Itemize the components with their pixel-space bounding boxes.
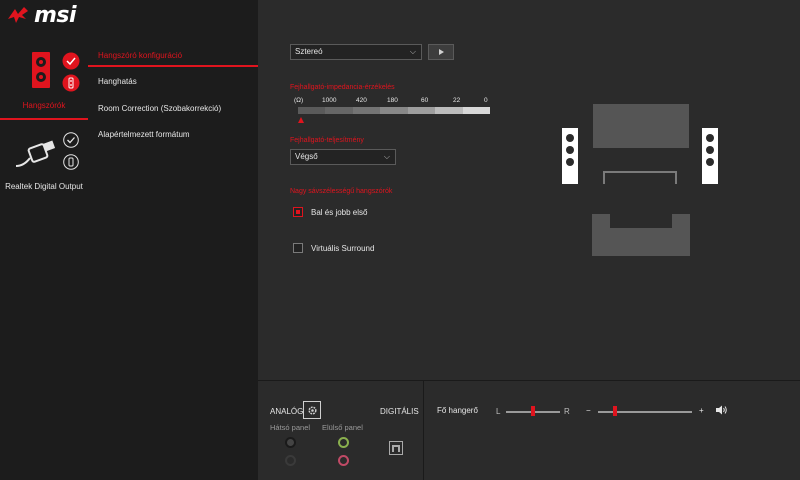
device-label-digital: Realtek Digital Output <box>5 182 83 191</box>
sofa <box>592 214 690 256</box>
impedance-tick: 420 <box>356 97 367 104</box>
msi-logo: msi <box>6 3 77 28</box>
settings-menu: Hangszóró konfiguráció Hanghatás Room Co… <box>88 32 258 480</box>
speaker-jack-icon <box>62 74 80 92</box>
rear-jack-bottom[interactable] <box>285 455 296 466</box>
impedance-tick: 0 <box>484 97 488 104</box>
bottom-panel: ANALÓG DIGITÁLIS Hátsó panel Elülső pane… <box>258 380 800 480</box>
virtual-surround-label: Virtuális Surround <box>311 244 375 253</box>
impedance-segment <box>407 107 436 114</box>
balance-left-label: L <box>496 407 501 416</box>
logo-bar: msi <box>0 0 258 32</box>
front-lr-checkbox[interactable] <box>293 207 303 217</box>
room-illustration <box>562 104 718 256</box>
impedance-segment <box>435 107 463 114</box>
optical-cable-icon <box>15 140 56 167</box>
impedance-tick: 180 <box>387 97 398 104</box>
rear-panel-label: Hátsó panel <box>270 423 311 432</box>
speaker-volume-icon[interactable] <box>715 405 727 415</box>
volume-slider-thumb[interactable] <box>612 406 617 416</box>
balance-slider-thumb[interactable] <box>531 406 535 416</box>
speaker-mode-value: Sztereó <box>295 47 323 56</box>
impedance-unit: (Ω) <box>294 97 304 104</box>
dragon-icon <box>8 6 28 23</box>
main-panel: Sztereó ⌵ Fejhallgató-impedancia-érzékel… <box>258 0 800 380</box>
impedance-segment <box>380 107 408 114</box>
balance-right-label: R <box>564 407 570 416</box>
device-speakers[interactable]: Hangszórók <box>0 32 88 120</box>
analog-settings-button[interactable] <box>303 401 321 419</box>
volume-minus-button[interactable]: − <box>586 406 591 415</box>
headphone-power-select[interactable]: Végső ⌵ <box>290 149 396 165</box>
menu-item-room-correction[interactable]: Room Correction (Szobakorrekció) <box>98 104 221 113</box>
device-label-speakers: Hangszórók <box>22 101 66 110</box>
front-jack-pink[interactable] <box>338 455 349 466</box>
speaker-mode-select[interactable]: Sztereó ⌵ <box>290 44 422 60</box>
virtual-surround-checkbox[interactable] <box>293 243 303 253</box>
fullrange-title: Nagy sávszélességű hangszórók <box>290 188 393 195</box>
impedance-marker <box>298 117 304 123</box>
play-test-button[interactable] <box>428 44 454 60</box>
impedance-title: Fejhallgató-impedancia-érzékelés <box>290 84 395 91</box>
tv-screen <box>593 104 689 148</box>
brand-text: msi <box>34 3 77 28</box>
device-active-indicator <box>0 118 88 120</box>
device-column: Hangszórók Realtek Digital Output <box>0 32 88 480</box>
table <box>603 171 677 184</box>
volume-plus-button[interactable]: + <box>699 406 704 415</box>
front-jack-green[interactable] <box>338 437 349 448</box>
impedance-scale: (Ω) 1000 420 180 60 22 0 <box>294 97 492 105</box>
menu-active-indicator <box>88 65 258 67</box>
device-digital-output[interactable]: Realtek Digital Output <box>0 124 88 194</box>
impedance-segment <box>325 107 353 114</box>
rear-jack-top[interactable] <box>285 437 296 448</box>
impedance-bar <box>298 107 490 114</box>
menu-item-speaker-config[interactable]: Hangszóró konfiguráció <box>98 51 182 60</box>
impedance-segment <box>298 107 326 114</box>
front-lr-label: Bal és jobb első <box>311 208 368 217</box>
gear-icon <box>308 406 317 415</box>
analog-label: ANALÓG <box>270 407 304 416</box>
impedance-tick: 60 <box>421 97 429 104</box>
speaker-icon <box>32 52 50 88</box>
headphone-power-title: Fejhallgató-teljesítmény <box>290 137 364 144</box>
chevron-down-icon: ⌵ <box>383 152 390 161</box>
impedance-tick: 22 <box>453 97 461 104</box>
jack-panel: ANALÓG DIGITÁLIS Hátsó panel Elülső pane… <box>258 381 424 480</box>
check-icon <box>63 132 79 148</box>
front-panel-label: Elülső panel <box>322 423 363 432</box>
menu-item-default-format[interactable]: Alapértelmezett formátum <box>98 130 190 139</box>
master-volume-label: Fő hangerő <box>437 406 478 415</box>
headphone-power-value: Végső <box>295 152 318 161</box>
spdif-port-icon[interactable] <box>389 441 403 455</box>
digital-label: DIGITÁLIS <box>380 407 419 416</box>
check-icon <box>62 52 80 70</box>
impedance-tick: 1000 <box>322 97 337 104</box>
menu-item-sound-effects[interactable]: Hanghatás <box>98 77 137 86</box>
impedance-segment <box>462 107 490 114</box>
digital-jack-icon <box>63 154 79 170</box>
impedance-segment <box>352 107 381 114</box>
chevron-down-icon: ⌵ <box>409 47 416 56</box>
